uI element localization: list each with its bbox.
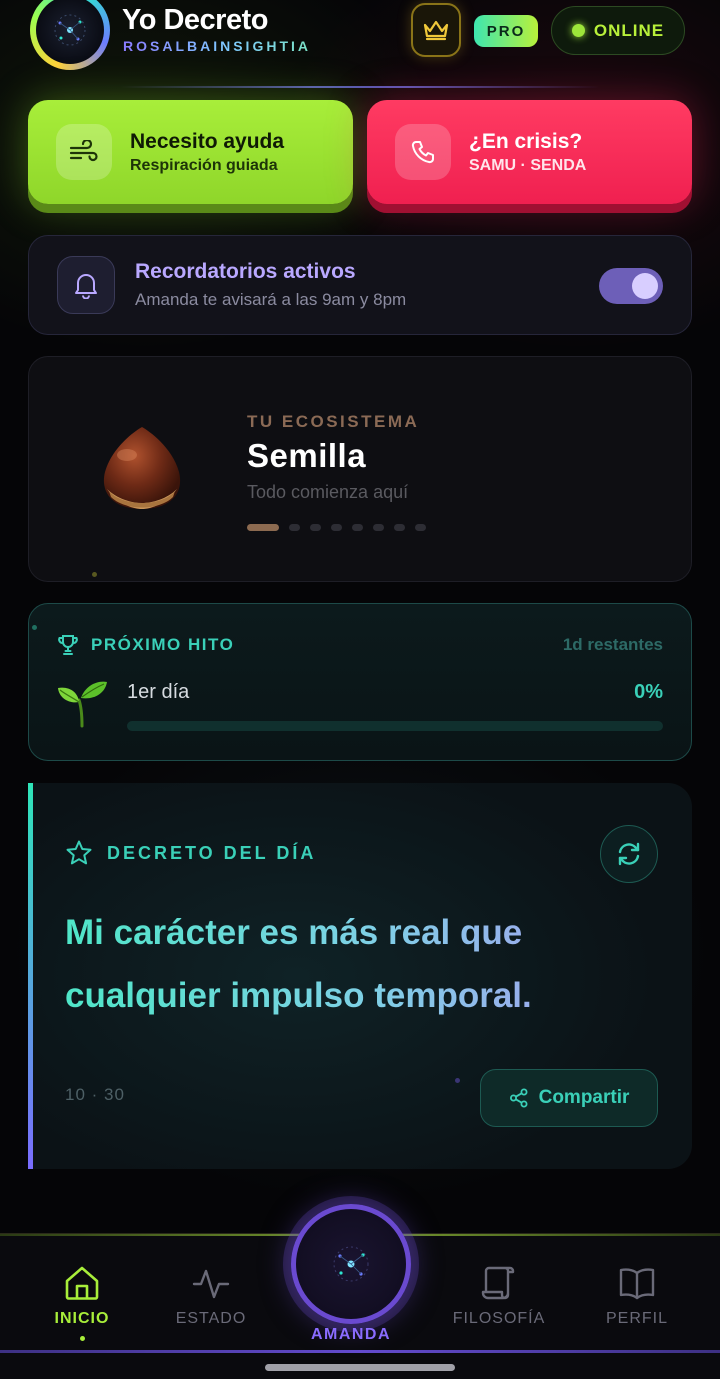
nav-item-perfil[interactable]: PERFIL <box>577 1264 697 1328</box>
crisis-title: ¿En crisis? <box>469 129 583 153</box>
ecosystem-stage-dot <box>289 524 300 531</box>
refresh-icon <box>618 842 640 866</box>
help-breathing-button[interactable]: Necesito ayuda Respiración guiada <box>28 100 353 204</box>
decree-date: 10 · 30 <box>65 1085 125 1104</box>
bell-icon-box <box>57 256 115 314</box>
nav-label-estado: ESTADO <box>175 1310 247 1327</box>
nav-item-estado[interactable]: ESTADO <box>151 1264 271 1328</box>
amanda-orb-icon <box>333 1246 369 1282</box>
header-divider <box>120 86 600 88</box>
ecosystem-label: TU ECOSISTEMA <box>247 412 420 431</box>
milestone-name: 1er día <box>127 681 190 703</box>
crown-icon <box>423 20 449 41</box>
reminders-subtitle: Amanda te avisará a las 9am y 8pm <box>135 290 407 309</box>
nav-item-filosofia[interactable]: FILOSOFÍA <box>439 1264 559 1328</box>
milestone-progress-track <box>127 721 663 731</box>
milestone-percent: 0% <box>634 681 663 703</box>
help-icon-box <box>56 124 112 180</box>
nav-label-amanda: AMANDA <box>310 1326 392 1343</box>
share-icon <box>509 1088 528 1108</box>
phone-icon <box>411 141 434 164</box>
milestone-label: PRÓXIMO HITO <box>91 635 235 654</box>
bottom-navigation: INICIO ESTADO AMANDA FILOSOFÍA PERFIL <box>0 1204 720 1379</box>
decree-label: DECRETO DEL DÍA <box>107 842 317 863</box>
crisis-call-button[interactable]: ¿En crisis? SAMU · SENDA <box>367 100 692 204</box>
online-dot-icon <box>571 24 585 37</box>
ecosystem-stage-dot <box>352 524 363 531</box>
sparkle-decoration <box>92 572 97 577</box>
constellation-logo-icon <box>54 14 86 46</box>
ecosystem-stage-dot <box>394 524 405 531</box>
star-icon <box>66 840 92 865</box>
ecosystem-stage-dot <box>373 524 384 531</box>
pro-badge: PRO <box>474 15 538 47</box>
decree-card: DECRETO DEL DÍA Mi carácter es más real … <box>28 783 692 1169</box>
scroll-icon <box>481 1266 515 1300</box>
sprout-icon <box>55 680 109 733</box>
refresh-decree-button[interactable] <box>600 825 658 883</box>
app-username: ROSALBAINSIGHTIA <box>123 38 311 54</box>
nav-item-inicio[interactable]: INICIO <box>22 1264 142 1341</box>
trophy-icon <box>58 635 78 655</box>
ecosystem-stage-dots <box>247 524 426 531</box>
app-logo[interactable] <box>30 0 110 70</box>
milestone-card: PRÓXIMO HITO 1d restantes 1er día 0% <box>28 603 692 761</box>
nav-label-inicio: INICIO <box>54 1310 110 1327</box>
nav-item-amanda[interactable] <box>291 1204 411 1324</box>
decree-text: Mi carácter es más real que cualquier im… <box>65 901 625 1027</box>
nav-label-perfil: PERFIL <box>605 1310 668 1327</box>
pulse-icon <box>192 1269 230 1299</box>
ecosystem-stage-dot <box>331 524 342 531</box>
nav-active-indicator <box>79 1336 85 1341</box>
premium-crown-button[interactable] <box>411 3 461 57</box>
app-header: Yo Decreto ROSALBAINSIGHTIA PRO ONLINE <box>0 0 720 90</box>
reminders-toggle[interactable] <box>599 268 663 304</box>
nav-label-filosofia: FILOSOFÍA <box>452 1310 546 1327</box>
reminders-card: Recordatorios activos Amanda te avisará … <box>28 235 692 335</box>
seed-chestnut-icon <box>87 417 197 527</box>
online-status-label: ONLINE <box>593 20 665 40</box>
ecosystem-stage-dot <box>415 524 426 531</box>
home-icon <box>65 1266 99 1300</box>
nav-bottom-accent <box>0 1350 720 1353</box>
home-indicator[interactable] <box>265 1364 455 1371</box>
crisis-icon-box <box>395 124 451 180</box>
book-icon <box>619 1268 655 1300</box>
ecosystem-subtitle: Todo comienza aquí <box>247 482 409 502</box>
sparkle-decoration <box>32 625 37 630</box>
help-title: Necesito ayuda <box>130 129 285 153</box>
sparkle-decoration <box>455 1078 460 1083</box>
toggle-knob <box>632 273 658 299</box>
share-label: Compartir <box>538 1087 630 1108</box>
ecosystem-stage-dot <box>310 524 321 531</box>
ecosystem-card[interactable]: TU ECOSISTEMA Semilla Todo comienza aquí <box>28 356 692 582</box>
bell-icon <box>75 274 97 299</box>
ecosystem-stage-title: Semilla <box>247 437 367 474</box>
share-button[interactable]: Compartir <box>480 1069 658 1127</box>
wind-icon <box>69 140 98 162</box>
reminders-title: Recordatorios activos <box>135 260 356 283</box>
online-status-badge: ONLINE <box>551 6 685 55</box>
app-title: Yo Decreto <box>122 4 268 36</box>
help-subtitle: Respiración guiada <box>130 156 278 174</box>
milestone-remaining: 1d restantes <box>562 635 663 654</box>
crisis-subtitle: SAMU · SENDA <box>469 156 587 174</box>
ecosystem-stage-dot <box>247 524 279 531</box>
